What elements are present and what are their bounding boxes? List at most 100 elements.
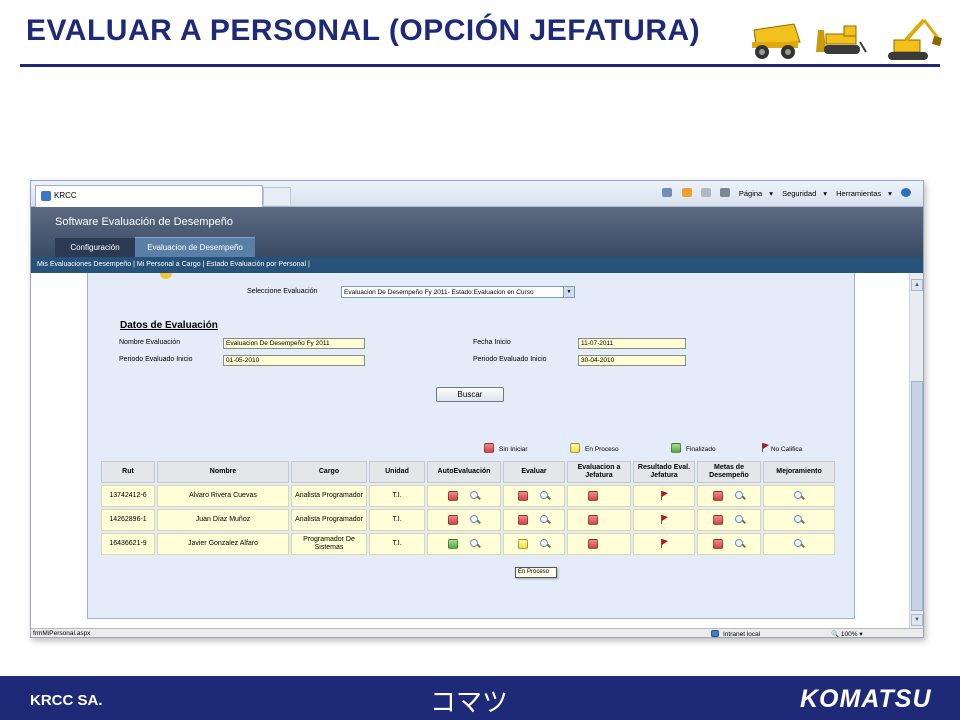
table-row: 13742412-6 Alvaro Rivera Cuevas Analista P…: [101, 485, 835, 507]
decoration-icon: [160, 273, 172, 279]
feeds-icon[interactable]: [681, 188, 692, 197]
chevron-down-icon[interactable]: ▼: [563, 287, 574, 297]
menu-herramientas[interactable]: Herramientas: [836, 189, 881, 198]
red-status-icon[interactable]: [713, 538, 723, 549]
cell-evaluar[interactable]: [503, 485, 565, 507]
browser-statusbar: frmMiPersonal.aspx Intranet local 🔍 100%…: [31, 628, 923, 637]
periodo-fin-field[interactable]: 30-04-2010: [578, 355, 686, 366]
red-status-icon[interactable]: [588, 514, 598, 525]
periodo-fin-label: Periodo Evaluado Inicio: [473, 356, 547, 363]
table-row: 16436621-9 Javier Gonzalez Alfaro Programa…: [101, 533, 835, 555]
cell-eval-jefatura[interactable]: [567, 485, 631, 507]
magnifier-icon[interactable]: [794, 514, 804, 525]
cell-resultado[interactable]: [633, 533, 695, 555]
magnifier-icon[interactable]: [735, 538, 745, 549]
cell-eval-jefatura[interactable]: [567, 533, 631, 555]
cell-rut: 13742412-6: [101, 485, 155, 507]
col-unidad: Unidad: [369, 461, 425, 483]
red-status-icon[interactable]: [448, 514, 458, 525]
status-url: frmMiPersonal.aspx: [33, 630, 91, 637]
periodo-inicio-label: Periodo Evaluado Inicio: [119, 356, 193, 363]
browser-tab[interactable]: KRCC: [35, 185, 263, 207]
komatsu-logo: KOMATSU: [800, 685, 932, 713]
tab-configuracion[interactable]: Configuración: [55, 238, 135, 257]
intranet-icon: [711, 630, 719, 637]
menu-pagina[interactable]: Página: [739, 189, 762, 198]
red-status-icon[interactable]: [518, 490, 528, 501]
cell-evaluar[interactable]: [503, 533, 565, 555]
red-status-icon[interactable]: [588, 538, 598, 549]
nombre-field[interactable]: Evaluacion De Desempeño Fy 2011: [223, 338, 365, 349]
col-resultado: Resultado Eval. Jefatura: [633, 461, 695, 483]
scroll-up-icon[interactable]: ▲: [911, 279, 923, 291]
flag-icon[interactable]: [660, 538, 668, 548]
magnifier-icon[interactable]: [470, 490, 480, 501]
print-icon[interactable]: [719, 188, 730, 197]
app-nav-links[interactable]: Mis Evaluaciones Desempeño | Mi Personal…: [31, 257, 923, 273]
evaluation-select[interactable]: Evaluacion De Desempeño Fy 2011- Estado:…: [341, 286, 575, 298]
select-label: Seleccione Evaluación: [247, 288, 318, 295]
excavator-icon: [888, 18, 942, 60]
magnifier-icon[interactable]: [540, 538, 550, 549]
magnifier-icon[interactable]: [540, 490, 550, 501]
browser-toolbar: KRCC Página ▾ Seguridad ▾ Herramientas ▾: [31, 181, 923, 207]
magnifier-icon[interactable]: [735, 514, 745, 525]
magnifier-icon[interactable]: [470, 538, 480, 549]
scroll-thumb[interactable]: [911, 381, 923, 611]
flag-icon[interactable]: [660, 490, 668, 500]
fecha-field[interactable]: 11-07-2011: [578, 338, 686, 349]
cell-mejoramiento[interactable]: [763, 533, 835, 555]
col-mejoramiento: Mejoramiento: [763, 461, 835, 483]
red-status-icon[interactable]: [588, 490, 598, 501]
yellow-status-icon[interactable]: [518, 538, 528, 549]
cell-resultado[interactable]: [633, 509, 695, 531]
periodo-inicio-field[interactable]: 01-05-2010: [223, 355, 365, 366]
app-header: Software Evaluación de Desempeño Configu…: [31, 207, 923, 257]
flag-icon[interactable]: [660, 514, 668, 524]
favicon-icon: [41, 191, 51, 201]
zoom-control[interactable]: 🔍 100% ▾: [831, 630, 863, 637]
new-tab-button[interactable]: [263, 187, 291, 205]
title-rule: [20, 64, 940, 67]
magnifier-icon[interactable]: [735, 490, 745, 501]
cell-mejoramiento[interactable]: [763, 509, 835, 531]
help-icon[interactable]: [901, 188, 911, 197]
cell-cargo: Analista Programador: [291, 509, 367, 531]
cell-mejoramiento[interactable]: [763, 485, 835, 507]
cell-autoevaluacion[interactable]: [427, 485, 501, 507]
cell-autoevaluacion[interactable]: [427, 509, 501, 531]
cell-metas[interactable]: [697, 509, 761, 531]
yellow-status-icon: [570, 443, 580, 453]
dump-truck-icon: [752, 23, 801, 59]
col-eval-jefatura: Evaluacion a Jefatura: [567, 461, 631, 483]
red-status-icon[interactable]: [713, 490, 723, 501]
vertical-scrollbar[interactable]: ▲ ▼: [909, 273, 923, 628]
tab-evaluacion-desempeno[interactable]: Evaluacion de Desempeño: [135, 237, 255, 257]
search-button[interactable]: Buscar: [436, 387, 504, 402]
cell-metas[interactable]: [697, 485, 761, 507]
red-status-icon[interactable]: [518, 514, 528, 525]
magnifier-icon[interactable]: [794, 538, 804, 549]
slide-title: EVALUAR A PERSONAL (OPCIÓN JEFATURA): [26, 14, 701, 47]
mail-icon[interactable]: [700, 188, 711, 197]
browser-tab-title: KRCC: [54, 191, 77, 200]
col-metas: Metas de Desempeño: [697, 461, 761, 483]
home-icon[interactable]: [662, 188, 673, 197]
cell-resultado[interactable]: [633, 485, 695, 507]
menu-seguridad[interactable]: Seguridad: [782, 189, 816, 198]
magnifier-icon[interactable]: [540, 514, 550, 525]
cell-autoevaluacion[interactable]: [427, 533, 501, 555]
cell-metas[interactable]: [697, 533, 761, 555]
cell-evaluar[interactable]: [503, 509, 565, 531]
cell-nombre: Alvaro Rivera Cuevas: [157, 485, 289, 507]
magnifier-icon[interactable]: [794, 490, 804, 501]
section-title: Datos de Evaluación: [120, 320, 218, 331]
green-status-icon[interactable]: [448, 538, 458, 549]
cell-eval-jefatura[interactable]: [567, 509, 631, 531]
magnifier-icon[interactable]: [470, 514, 480, 525]
red-status-icon[interactable]: [448, 490, 458, 501]
cell-rut: 14262896-1: [101, 509, 155, 531]
scroll-down-icon[interactable]: ▼: [911, 614, 923, 626]
status-zone: Intranet local: [711, 630, 760, 637]
red-status-icon[interactable]: [713, 514, 723, 525]
